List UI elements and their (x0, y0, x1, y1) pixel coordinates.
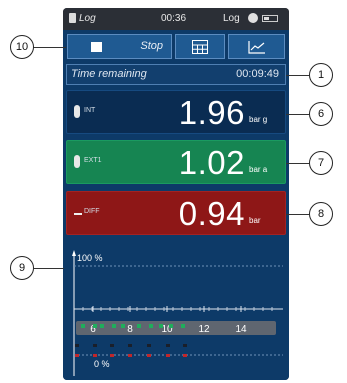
chart-icon (247, 40, 265, 54)
callout-leader (286, 114, 309, 115)
int-unit: bar g (249, 115, 268, 124)
calculator-button[interactable] (175, 34, 225, 59)
int-tag: INT (84, 107, 96, 114)
ext1-series-point (169, 324, 173, 328)
y-bottom-label: 0 % (94, 359, 110, 369)
status-log-mode: Log (223, 13, 240, 24)
status-clock: 00:36 (161, 13, 187, 24)
sensor-icon (74, 105, 80, 118)
y-axis-arrow-icon (72, 250, 76, 256)
ext1-value: 1.02 (178, 144, 245, 181)
int-series-point (128, 344, 132, 347)
stop-label: Stop (140, 40, 163, 52)
main-screen: Stop Time remaining 00:09:49 INT 1.96 ba… (63, 30, 289, 380)
int-reading-panel[interactable]: INT 1.96 bar g (66, 90, 286, 134)
sensor-icon (74, 155, 80, 168)
callout-7: 7 (309, 151, 333, 175)
ext1-reading-panel[interactable]: EXT1 1.02 bar a (66, 140, 286, 184)
y-top-label: 100 % (77, 253, 103, 263)
x-tick-label: 8 (127, 324, 133, 335)
ext1-series-point (100, 324, 104, 328)
int-series-point (183, 344, 187, 347)
ext1-series-point (137, 324, 141, 328)
diff-series-point (110, 354, 114, 357)
callout-leader (286, 163, 309, 164)
stop-button[interactable]: Stop (67, 34, 172, 59)
callout-8: 8 (309, 202, 333, 226)
diff-series-point (183, 354, 187, 357)
callout-1: 1 (309, 63, 333, 87)
stop-icon (91, 42, 102, 52)
callout-10: 10 (10, 35, 34, 59)
toolbar: Stop (67, 34, 285, 59)
diff-series-point (166, 354, 170, 357)
callout-leader (286, 214, 309, 215)
ext1-series-point (121, 324, 125, 328)
diff-value: 0.94 (178, 195, 245, 232)
battery-icon (262, 15, 278, 22)
diff-series-point (93, 354, 97, 357)
callout-9: 9 (10, 256, 34, 280)
status-log-label: Log (79, 13, 96, 24)
trend-chart[interactable]: 100 % 0 % 6 8 10 12 14 (63, 244, 289, 380)
ext1-series-point (149, 324, 153, 328)
callout-6: 6 (309, 102, 333, 126)
ext1-unit: bar a (249, 165, 268, 174)
int-series-point (93, 344, 97, 347)
ext1-series-point (159, 324, 163, 328)
document-icon (69, 13, 76, 23)
x-tick-label: 14 (235, 324, 247, 335)
x-tick-label: 12 (198, 324, 210, 335)
minus-icon (74, 213, 82, 215)
diff-unit: bar (249, 216, 261, 225)
int-series-point (147, 344, 151, 347)
calculator-icon (192, 39, 208, 54)
int-value: 1.96 (178, 94, 245, 131)
diff-series-point (128, 354, 132, 357)
diff-reading-panel[interactable]: DIFF 0.94 bar (66, 191, 286, 235)
ext1-series-point (81, 324, 85, 328)
ext1-tag: EXT1 (84, 157, 102, 164)
ext1-series-point (112, 324, 116, 328)
time-remaining-value: 00:09:49 (236, 68, 279, 80)
ext1-series-point (93, 324, 97, 328)
status-bar: Log 00:36 Log (63, 8, 289, 30)
trend-chart-svg: 100 % 0 % 6 8 10 12 14 (72, 250, 283, 376)
callout-leader (34, 268, 64, 269)
device-screen: Log 00:36 Log Stop Time remaining 00:09:… (63, 8, 289, 380)
callout-leader (286, 75, 309, 76)
gauge-icon (248, 13, 258, 23)
ext1-series-point (181, 324, 185, 328)
diff-series-point (75, 354, 79, 357)
int-series-point (166, 344, 170, 347)
int-series-point (75, 344, 79, 347)
time-remaining-label: Time remaining (71, 68, 147, 80)
time-remaining-bar: Time remaining 00:09:49 (66, 64, 286, 85)
diff-series-point (147, 354, 151, 357)
int-series-point (110, 344, 114, 347)
diff-tag: DIFF (84, 208, 100, 215)
chart-view-button[interactable] (228, 34, 285, 59)
callout-leader (33, 47, 66, 48)
